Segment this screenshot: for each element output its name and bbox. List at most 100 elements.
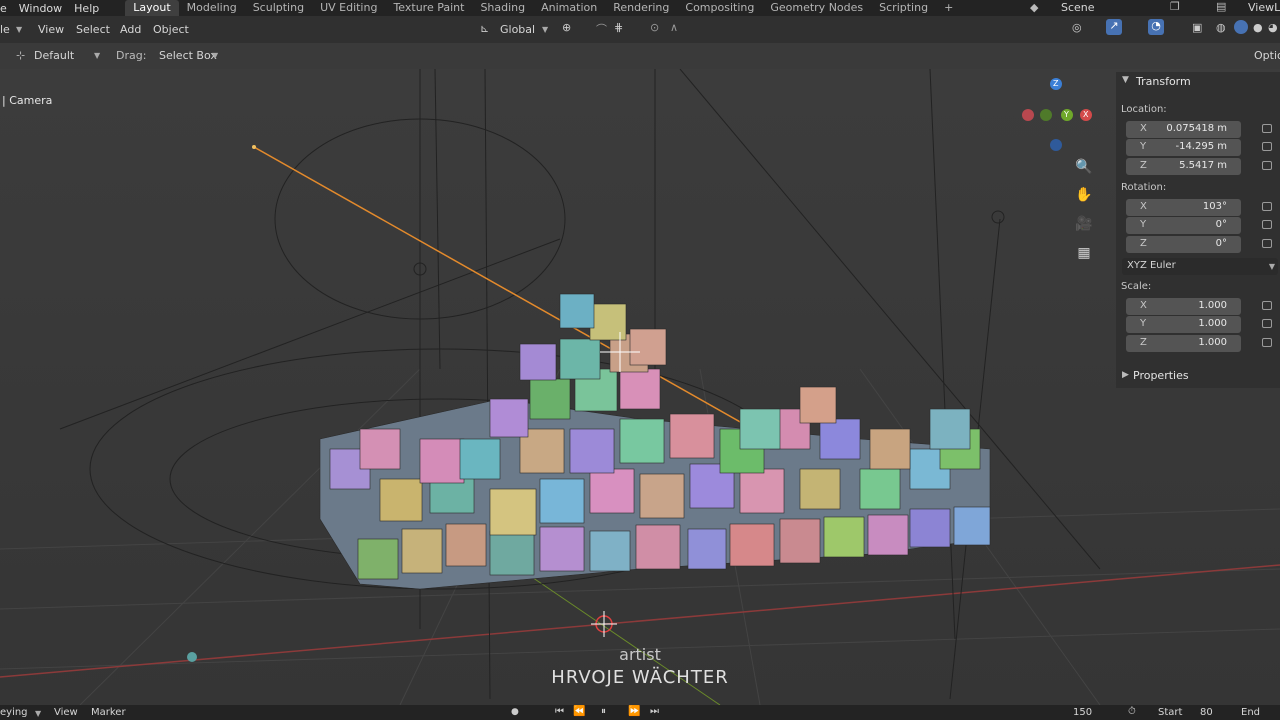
tab-shading[interactable]: Shading xyxy=(472,0,533,16)
camera-view-icon[interactable]: 🎥 xyxy=(1075,216,1093,234)
tab-uv-editing[interactable]: UV Editing xyxy=(312,0,385,16)
tab-animation[interactable]: Animation xyxy=(533,0,605,16)
menu-object[interactable]: Object xyxy=(153,23,189,36)
pause-icon[interactable]: ⏸ xyxy=(601,706,606,717)
pivot-icon[interactable]: ⊕ xyxy=(562,21,571,34)
chevron-down-icon: ▼ xyxy=(16,25,23,34)
wireframe-shading-icon[interactable]: ◍ xyxy=(1216,21,1226,34)
menu-edit[interactable]: e xyxy=(0,2,13,15)
solid-shading-icon[interactable] xyxy=(1234,20,1248,34)
tab-texture-paint[interactable]: Texture Paint xyxy=(385,0,472,16)
gizmo-z-label: Z xyxy=(1053,79,1059,88)
scene-icon[interactable]: ◆ xyxy=(1030,1,1038,14)
jump-keyframe-back-icon[interactable]: ⏪ xyxy=(573,706,585,717)
lock-icon[interactable] xyxy=(1262,239,1272,248)
transform-title[interactable]: Transform xyxy=(1136,75,1191,88)
lock-icon[interactable] xyxy=(1262,202,1272,211)
properties-title[interactable]: Properties xyxy=(1133,369,1189,382)
lock-icon[interactable] xyxy=(1262,338,1272,347)
location-y-row: Y -14.295 m xyxy=(1116,139,1280,157)
rotation-z-field[interactable]: Z 0° xyxy=(1126,236,1241,253)
editor-type-stub[interactable]: le xyxy=(0,23,10,36)
camera-target-dot xyxy=(252,145,256,149)
keying-menu[interactable]: eying xyxy=(0,707,28,718)
lock-icon[interactable] xyxy=(1262,319,1272,328)
tab-rendering[interactable]: Rendering xyxy=(605,0,677,16)
drag-select-dropdown[interactable]: Select Box xyxy=(159,49,217,62)
jump-end-icon[interactable]: ⏭ xyxy=(650,706,659,717)
field-value: 103° xyxy=(1202,201,1227,212)
pan-hand-icon[interactable]: ✋ xyxy=(1075,187,1093,205)
timeline-marker-menu[interactable]: Marker xyxy=(91,707,126,718)
menu-add[interactable]: Add xyxy=(120,23,141,36)
rotation-y-field[interactable]: Y 0° xyxy=(1126,217,1241,234)
overlay-toggle-icon[interactable]: ◔ xyxy=(1148,19,1164,35)
chevron-down-icon: ▼ xyxy=(35,709,42,718)
credit-artist-label: artist xyxy=(619,645,661,664)
visibility-icon[interactable]: ◎ xyxy=(1072,21,1082,34)
menu-view[interactable]: View xyxy=(38,23,64,36)
scene-selector[interactable]: Scene xyxy=(1061,0,1095,16)
rotation-mode-dropdown[interactable]: XYZ Euler ▼ xyxy=(1122,258,1278,275)
scale-z-field[interactable]: Z 1.000 xyxy=(1126,335,1241,352)
lock-icon[interactable] xyxy=(1262,220,1272,229)
rotation-x-row: X 103° xyxy=(1116,199,1280,217)
orientation-dropdown[interactable]: Global xyxy=(500,23,535,36)
current-frame-field[interactable]: 150 xyxy=(1073,707,1092,718)
proportional-edit-icon[interactable]: ⊙ xyxy=(650,21,659,34)
clock-icon[interactable]: ⏱ xyxy=(1128,706,1136,717)
lock-icon[interactable] xyxy=(1262,161,1272,170)
jump-start-icon[interactable]: ⏮ xyxy=(555,706,564,717)
lock-icon[interactable] xyxy=(1262,124,1272,133)
jump-keyframe-forward-icon[interactable]: ⏩ xyxy=(628,706,640,717)
scale-y-field[interactable]: Y 1.000 xyxy=(1126,316,1241,333)
xray-icon[interactable]: ▣ xyxy=(1192,21,1202,34)
location-z-field[interactable]: Z 5.5417 m xyxy=(1126,158,1241,175)
viewlayer-selector[interactable]: ViewL xyxy=(1248,0,1280,16)
menu-window[interactable]: Window xyxy=(13,2,68,15)
tab-geometry-nodes[interactable]: Geometry Nodes xyxy=(762,0,871,16)
tab-modeling[interactable]: Modeling xyxy=(179,0,245,16)
ortho-grid-icon[interactable]: ▦ xyxy=(1075,245,1093,263)
start-label: Start xyxy=(1158,707,1183,718)
menu-select[interactable]: Select xyxy=(76,23,110,36)
render-shading-icon[interactable]: ◕ xyxy=(1268,21,1278,34)
lock-icon[interactable] xyxy=(1262,142,1272,151)
chevron-down-icon: ▼ xyxy=(212,51,219,60)
neg-y-axis-gizmo[interactable] xyxy=(1040,109,1052,121)
timeline-view-menu[interactable]: View xyxy=(54,707,78,718)
tab-layout[interactable]: Layout xyxy=(125,0,179,16)
record-icon[interactable]: ● xyxy=(511,707,519,717)
falloff-icon[interactable]: ∧ xyxy=(670,21,678,34)
neg-x-axis-gizmo[interactable] xyxy=(1022,109,1034,121)
add-workspace-button[interactable]: + xyxy=(936,0,961,16)
start-frame-field[interactable]: 80 xyxy=(1200,707,1213,718)
location-x-field[interactable]: X 0.075418 m xyxy=(1126,121,1241,138)
axis-label: Y xyxy=(1140,318,1147,329)
axis-label: Z xyxy=(1140,238,1147,249)
transform-orientation-icon[interactable]: ⊾ xyxy=(480,22,489,35)
new-scene-icon[interactable]: ❐ xyxy=(1170,0,1180,13)
snap-target-icon[interactable]: ⋕ xyxy=(614,21,623,34)
options-button[interactable]: Optio xyxy=(1254,49,1280,62)
expand-chevron-icon[interactable]: ▶ xyxy=(1122,370,1129,380)
menu-help[interactable]: Help xyxy=(68,2,105,15)
scale-x-field[interactable]: X 1.000 xyxy=(1126,298,1241,315)
lock-icon[interactable] xyxy=(1262,301,1272,310)
neg-z-axis-gizmo[interactable] xyxy=(1050,139,1062,151)
collapse-chevron-icon[interactable]: ▼ xyxy=(1122,75,1129,85)
tab-sculpting[interactable]: Sculpting xyxy=(245,0,312,16)
rotation-x-field[interactable]: X 103° xyxy=(1126,199,1241,216)
zoom-icon[interactable]: 🔍 xyxy=(1075,159,1093,177)
field-value: 1.000 xyxy=(1198,318,1227,329)
3d-viewport[interactable]: | Camera Z Y X 🔍 ✋ 🎥 ▦ artist HRVOJE WÄC… xyxy=(0,69,1280,705)
location-label: Location: xyxy=(1121,104,1167,115)
location-y-field[interactable]: Y -14.295 m xyxy=(1126,139,1241,156)
tab-scripting[interactable]: Scripting xyxy=(871,0,936,16)
material-shading-icon[interactable]: ● xyxy=(1253,21,1263,34)
snap-icon[interactable]: ⌒ xyxy=(596,21,607,37)
gizmo-toggle-icon[interactable]: ↗ xyxy=(1106,19,1122,35)
viewlayer-icon[interactable]: ▤ xyxy=(1216,0,1226,13)
default-orientation-dropdown[interactable]: Default xyxy=(34,49,74,62)
tab-compositing[interactable]: Compositing xyxy=(677,0,762,16)
